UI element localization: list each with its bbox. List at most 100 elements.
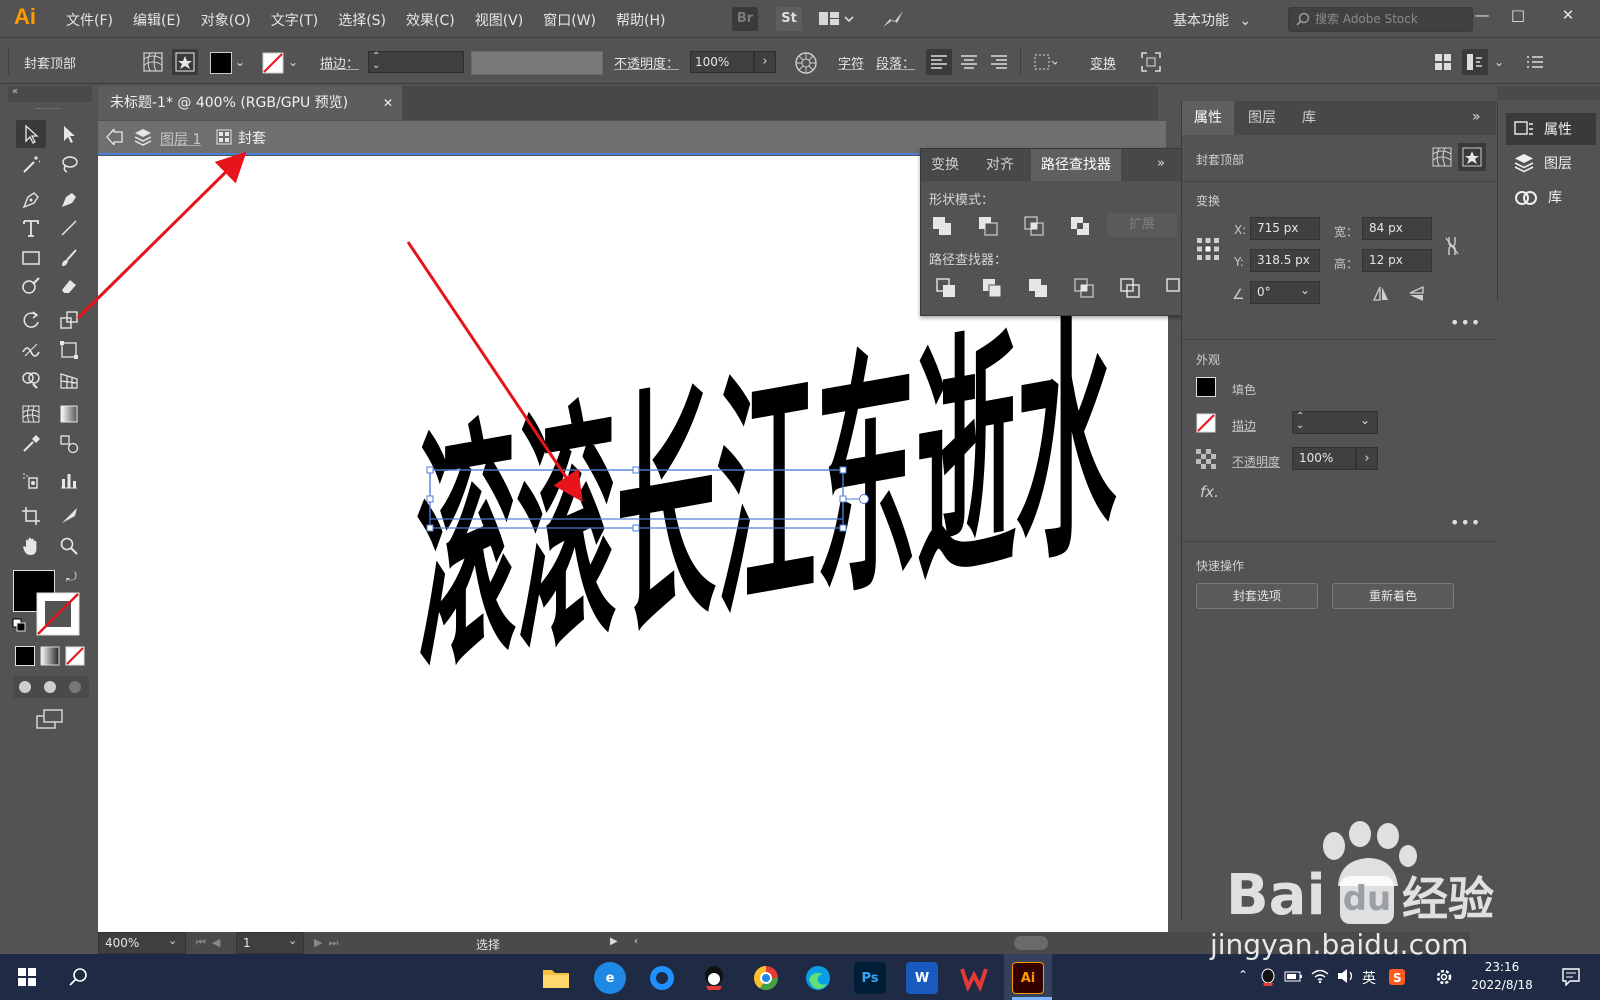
stroke-none-swatch[interactable] — [1196, 413, 1216, 433]
windows-start-icon[interactable] — [18, 968, 36, 986]
panel-expand-icon[interactable]: » — [1472, 109, 1481, 125]
dock-layers[interactable]: 图层 — [1506, 147, 1596, 179]
chevron-down-icon[interactable]: ⌄ — [1360, 413, 1370, 427]
crop-icon[interactable] — [1073, 277, 1095, 299]
fx-effects-button[interactable]: fx. — [1200, 483, 1219, 501]
horizontal-scrollbar-thumb[interactable] — [1014, 936, 1048, 950]
lasso-icon[interactable] — [54, 150, 84, 178]
tab-align[interactable]: 对齐 — [976, 149, 1024, 181]
rectangle-tool-icon[interactable] — [16, 244, 46, 272]
artboard-first-prev-icon[interactable]: ⏮◀ — [196, 936, 226, 950]
battery-icon[interactable] — [1284, 969, 1304, 983]
file-explorer-icon[interactable] — [540, 962, 572, 994]
shape-builder-icon[interactable] — [16, 366, 46, 394]
sogou-ime-icon[interactable]: S — [1388, 968, 1406, 986]
menu-type[interactable]: 文字(T) — [261, 10, 328, 30]
wifi-icon[interactable] — [1310, 968, 1330, 984]
stroke-label[interactable]: 描边： — [320, 53, 359, 72]
artboard-next-last-icon[interactable]: ▶⏭ — [314, 936, 344, 950]
stock-search-input[interactable]: 搜索 Adobe Stock — [1288, 7, 1473, 32]
scroll-left-icon[interactable]: ‹ — [634, 936, 638, 947]
dock-collapse[interactable] — [1497, 86, 1600, 100]
fill-swatch[interactable] — [210, 52, 232, 74]
tab-layers[interactable]: 图层 — [1236, 101, 1288, 135]
chrome-icon[interactable] — [750, 962, 782, 994]
eyedropper-icon[interactable] — [16, 430, 46, 458]
chevron-down-icon[interactable]: ⌄ — [1300, 283, 1310, 297]
tray-expand-icon[interactable]: ⌃ — [1238, 968, 1248, 982]
close-window-button[interactable]: ✕ — [1552, 4, 1584, 26]
trim-icon[interactable] — [981, 277, 1003, 299]
stepper-icon[interactable]: ⌃ ⌄ — [1296, 412, 1304, 431]
stroke-none-swatch[interactable] — [262, 52, 284, 74]
edit-contents-icon[interactable] — [172, 49, 198, 75]
menu-list-icon[interactable] — [1522, 49, 1548, 75]
clock-date[interactable]: 2022/8/18 — [1462, 978, 1542, 992]
menu-window[interactable]: 窗口(W) — [533, 10, 606, 30]
chevron-right-icon[interactable]: › — [1356, 447, 1378, 470]
ime-language-indicator[interactable]: 英 — [1362, 968, 1376, 988]
notifications-icon[interactable] — [1562, 968, 1580, 986]
chevron-down-icon[interactable]: ⌄ — [235, 55, 245, 69]
volume-icon[interactable] — [1336, 968, 1356, 984]
shaper-tool-icon[interactable] — [16, 272, 46, 300]
gradient-tool-icon[interactable] — [54, 400, 84, 428]
dock-libraries[interactable]: 库 — [1506, 181, 1596, 213]
symbol-sprayer-icon[interactable] — [16, 466, 46, 494]
wps-icon[interactable] — [958, 962, 990, 994]
transform-link[interactable]: 变换 — [1090, 53, 1116, 72]
minus-front-icon[interactable] — [977, 215, 999, 237]
outline-icon[interactable] — [1119, 277, 1141, 299]
settings-gear-icon[interactable] — [1434, 967, 1454, 987]
illustrator-icon[interactable]: Ai — [1012, 962, 1044, 994]
exclude-icon[interactable] — [1069, 215, 1091, 237]
hand-tool-icon[interactable] — [16, 532, 46, 560]
qq-icon[interactable] — [698, 962, 730, 994]
tray-qq-icon[interactable] — [1260, 968, 1276, 986]
variable-width-profile[interactable] — [471, 51, 603, 75]
chevron-down-icon[interactable]: ⌄ — [288, 55, 298, 69]
pen-tool-icon[interactable] — [16, 186, 46, 214]
tab-transform[interactable]: 变换 — [921, 149, 969, 181]
restore-button[interactable]: □ — [1502, 4, 1534, 26]
none-mode-icon[interactable] — [65, 646, 85, 666]
word-icon[interactable]: W — [906, 962, 938, 994]
stroke-color-box[interactable] — [36, 592, 80, 636]
workspace-switcher[interactable]: 基本功能 ⌄ — [1173, 10, 1251, 30]
toolbar-collapse[interactable]: « — [8, 86, 92, 102]
search-icon[interactable] — [68, 967, 88, 987]
mesh-tool-icon[interactable] — [16, 400, 46, 428]
reference-point-icon[interactable] — [1196, 237, 1220, 261]
chevron-down-icon[interactable]: ⌄ — [1494, 55, 1504, 69]
merge-icon[interactable] — [1027, 277, 1049, 299]
menu-view[interactable]: 视图(V) — [465, 10, 534, 30]
free-transform-icon[interactable] — [54, 336, 84, 364]
clock-time[interactable]: 23:16 — [1472, 960, 1532, 974]
panel-options-icon[interactable] — [1462, 49, 1488, 75]
flip-horizontal-icon[interactable] — [1372, 285, 1390, 303]
align-right-icon[interactable] — [986, 49, 1012, 75]
align-center-icon[interactable] — [956, 49, 982, 75]
stepper-icon[interactable]: ⌃ ⌄ — [372, 52, 380, 71]
arrange-panels-icon[interactable] — [1430, 49, 1456, 75]
y-field[interactable]: 318.5 px — [1250, 249, 1320, 272]
menu-effect[interactable]: 效果(C) — [396, 10, 465, 30]
slice-tool-icon[interactable] — [54, 502, 84, 530]
edit-envelope-icon[interactable] — [1428, 143, 1456, 171]
screen-mode-icon[interactable] — [36, 708, 66, 730]
width-field[interactable]: 84 px — [1362, 217, 1432, 240]
chevron-down-icon[interactable]: ⌄ — [288, 934, 297, 947]
minimize-button[interactable]: — — [1466, 4, 1498, 26]
envelope-options-button[interactable]: 封套选项 — [1196, 583, 1318, 609]
align-objects-icon[interactable] — [1032, 49, 1058, 75]
stock-button[interactable]: St — [776, 7, 802, 31]
edit-contents-icon[interactable] — [1458, 143, 1486, 171]
zoom-tool-icon[interactable] — [54, 532, 84, 560]
menu-select[interactable]: 选择(S) — [328, 10, 396, 30]
eraser-icon[interactable] — [54, 272, 84, 300]
swap-colors-icon[interactable]: ⤾ — [66, 570, 77, 585]
tab-pathfinder[interactable]: 路径查找器 — [1031, 149, 1121, 181]
chevron-down-icon[interactable]: ⌄ — [168, 934, 177, 947]
photoshop-icon[interactable]: Ps — [854, 962, 886, 994]
menu-help[interactable]: 帮助(H) — [606, 10, 675, 30]
